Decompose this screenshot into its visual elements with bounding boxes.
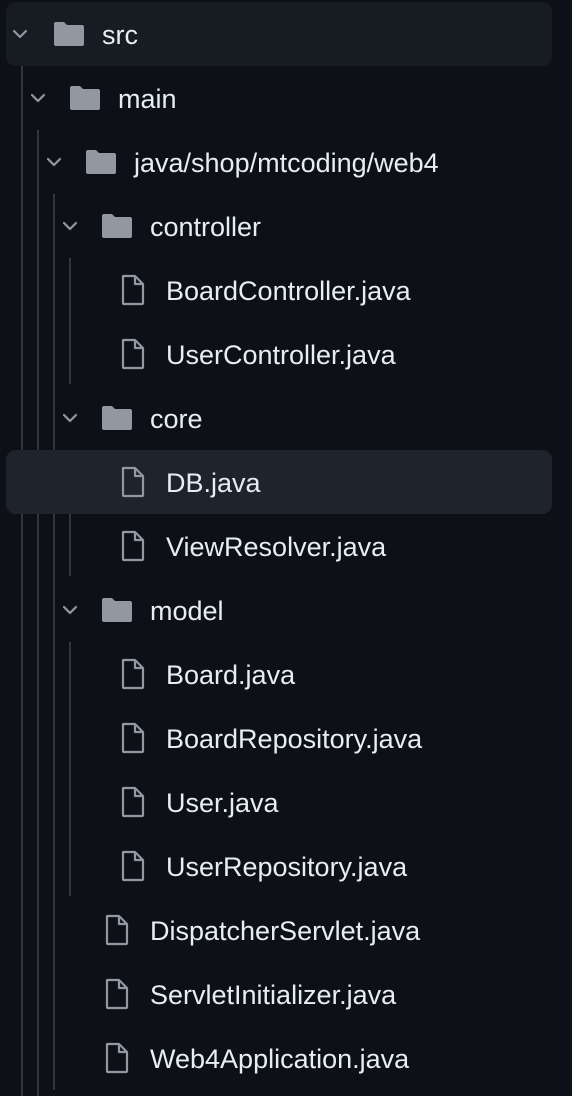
chevron-down-icon[interactable] — [60, 216, 80, 236]
tree-folder-label: main — [118, 84, 177, 114]
chevron-down-icon[interactable] — [44, 152, 64, 172]
chevron-down-icon[interactable] — [60, 408, 80, 428]
tree-file-label: User.java — [166, 788, 279, 818]
file-icon — [105, 1042, 129, 1074]
tree-folder-model[interactable]: model — [6, 578, 552, 642]
tree-folder-label: src — [102, 20, 138, 50]
folder-icon — [102, 214, 132, 238]
tree-folder-label: java/shop/mtcoding/web4 — [134, 148, 439, 178]
tree-folder-label: controller — [150, 212, 262, 242]
tree-folder-core[interactable]: core — [6, 386, 552, 450]
tree-file-board[interactable]: Board.java — [6, 642, 552, 706]
tree-file-label: BoardController.java — [166, 276, 411, 306]
tree-file-db-selected[interactable]: DB.java — [6, 450, 552, 514]
tree-folder-label: model — [150, 596, 224, 626]
tree-file-label: BoardRepository.java — [166, 724, 423, 754]
tree-folder-src[interactable]: src — [6, 2, 552, 66]
file-icon — [121, 338, 145, 370]
tree-file-board-controller[interactable]: BoardController.java — [6, 258, 552, 322]
tree-file-label: ViewResolver.java — [166, 532, 387, 562]
file-icon — [121, 722, 145, 754]
tree-file-user-controller[interactable]: UserController.java — [6, 322, 552, 386]
chevron-down-icon[interactable] — [10, 24, 30, 44]
folder-icon — [70, 86, 100, 110]
file-icon — [121, 530, 145, 562]
file-icon — [121, 850, 145, 882]
folder-icon — [102, 598, 132, 622]
folder-icon — [54, 22, 84, 46]
file-icon — [121, 658, 145, 690]
chevron-down-icon[interactable] — [28, 88, 48, 108]
tree-file-label: DB.java — [166, 468, 261, 498]
file-icon — [121, 274, 145, 306]
tree-file-servlet-initializer[interactable]: ServletInitializer.java — [6, 962, 552, 1026]
tree-folder-controller[interactable]: controller — [6, 194, 552, 258]
file-icon — [105, 914, 129, 946]
tree-file-user-repository[interactable]: UserRepository.java — [6, 834, 552, 898]
folder-icon — [86, 150, 116, 174]
chevron-down-icon[interactable] — [60, 600, 80, 620]
tree-file-view-resolver[interactable]: ViewResolver.java — [6, 514, 552, 578]
tree-file-label: UserRepository.java — [166, 852, 408, 882]
tree-file-label: UserController.java — [166, 340, 396, 370]
tree-file-label: Board.java — [166, 660, 296, 690]
tree-file-board-repository[interactable]: BoardRepository.java — [6, 706, 552, 770]
tree-file-web4-application[interactable]: Web4Application.java — [6, 1026, 552, 1090]
tree-file-user[interactable]: User.java — [6, 770, 552, 834]
file-tree: src main java/shop/mtcoding/web4 control… — [0, 0, 572, 1096]
tree-folder-label: core — [150, 404, 203, 434]
tree-file-label: DispatcherServlet.java — [150, 916, 421, 946]
tree-file-label: ServletInitializer.java — [150, 980, 397, 1010]
tree-file-label: Web4Application.java — [150, 1044, 410, 1074]
file-icon — [105, 978, 129, 1010]
file-icon — [121, 466, 145, 498]
folder-icon — [102, 406, 132, 430]
tree-folder-main[interactable]: main — [6, 66, 552, 130]
tree-folder-package[interactable]: java/shop/mtcoding/web4 — [6, 130, 552, 194]
file-icon — [121, 786, 145, 818]
tree-file-dispatcher-servlet[interactable]: DispatcherServlet.java — [6, 898, 552, 962]
